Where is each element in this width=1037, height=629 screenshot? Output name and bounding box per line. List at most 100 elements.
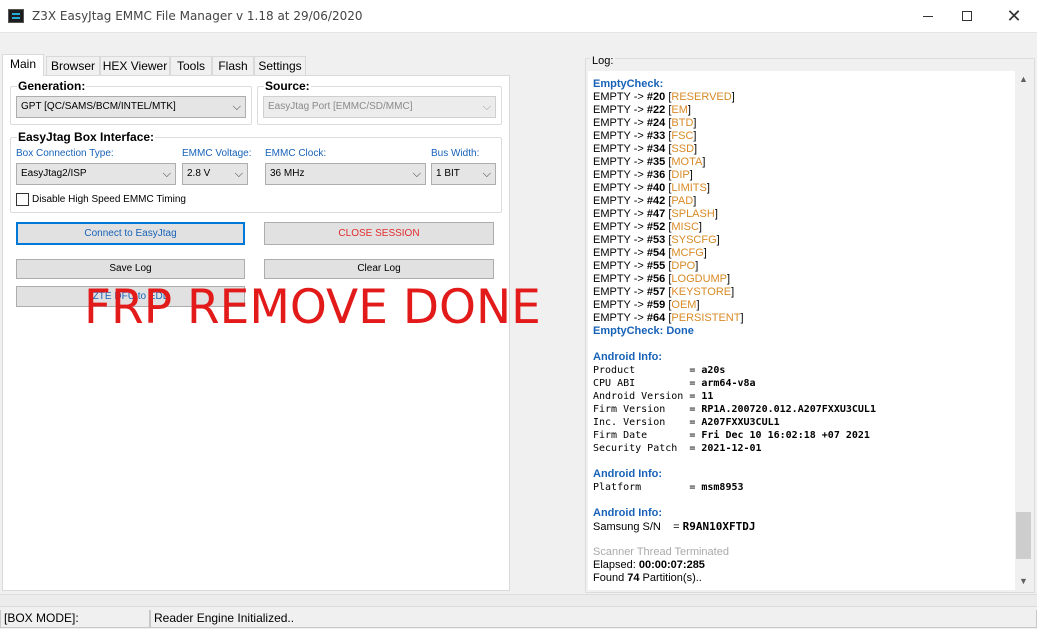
tab-main[interactable]: Main xyxy=(2,54,44,76)
info-key: CPU ABI xyxy=(593,378,690,389)
connect-button[interactable]: Connect to EasyJtag xyxy=(16,222,245,245)
emmc-clock-select[interactable]: 36 MHz ⌵ xyxy=(265,163,426,185)
source-group: Source: EasyJtag Port [EMMC/SD/MMC] ⌵ xyxy=(257,79,502,125)
elapsed-line: Elapsed: 00:00:07:285 xyxy=(593,559,876,572)
serial-key: Samsung S/N xyxy=(593,521,661,533)
partition-name: DIP xyxy=(671,169,690,181)
box-mode-status: [BOX MODE]: xyxy=(0,610,150,628)
empty-prefix: EMPTY -> xyxy=(593,234,647,246)
info-value: RP1A.200720.012.A207FXXU3CUL1 xyxy=(701,404,876,415)
found-prefix: Found xyxy=(593,572,628,584)
status-message: Reader Engine Initialized.. xyxy=(150,610,1037,628)
log-title: Log: xyxy=(590,55,616,67)
empty-check-line: EMPTY -> #22 [EM] xyxy=(593,104,691,116)
found-suffix: Partition(s).. xyxy=(639,572,702,584)
info-key: Android Version xyxy=(593,391,690,402)
log-output[interactable]: EmptyCheck: EMPTY -> #20 [RESERVED] EMPTY… xyxy=(588,71,1015,590)
close-button[interactable]: ✕ xyxy=(991,0,1037,32)
empty-check-line: EMPTY -> #56 [LOGDUMP] xyxy=(593,273,731,285)
chevron-down-icon: ⌵ xyxy=(232,101,241,113)
title-bar: Z3X EasyJtag EMMC File Manager v 1.18 at… xyxy=(0,0,1037,33)
log-scrollbar[interactable]: ▲ ▼ xyxy=(1015,71,1032,590)
empty-prefix: EMPTY -> xyxy=(593,130,647,142)
tab-browser[interactable]: Browser xyxy=(46,56,100,76)
empty-check-header: EmptyCheck: xyxy=(593,78,664,90)
partition-number: #52 xyxy=(646,221,666,233)
chevron-down-icon: ⌵ xyxy=(162,168,171,180)
box-connection-select[interactable]: EasyJtag2/ISP ⌵ xyxy=(16,163,176,185)
info-key: Inc. Version xyxy=(593,417,690,428)
partition-number: #36 xyxy=(646,169,666,181)
partition-name: MISC xyxy=(671,221,699,233)
platform-value: msm8953 xyxy=(701,482,744,493)
chevron-down-icon: ⌵ xyxy=(412,168,421,180)
emmc-voltage-select[interactable]: 2.8 V ⌵ xyxy=(182,163,248,185)
emmc-voltage-value: 2.8 V xyxy=(187,168,211,179)
chevron-down-icon: ⌵ xyxy=(482,101,491,113)
tab-hex-viewer[interactable]: HEX Viewer xyxy=(100,56,170,76)
partition-number: #55 xyxy=(646,260,666,272)
info-key: Product xyxy=(593,365,690,376)
bus-width-select[interactable]: 1 BIT ⌵ xyxy=(431,163,496,185)
partition-name: DPO xyxy=(671,260,696,272)
android-info-header: Android Info: xyxy=(593,351,663,363)
empty-prefix: EMPTY -> xyxy=(593,247,647,259)
partition-number: #47 xyxy=(646,208,666,220)
generation-select[interactable]: GPT [QC/SAMS/BCM/INTEL/MTK] ⌵ xyxy=(16,96,246,118)
serial-value: R9AN10XFTDJ xyxy=(682,520,756,533)
tab-settings[interactable]: Settings xyxy=(254,56,306,76)
source-select: EasyJtag Port [EMMC/SD/MMC] ⌵ xyxy=(263,96,496,118)
generation-group: Generation: GPT [QC/SAMS/BCM/INTEL/MTK] … xyxy=(10,79,252,125)
serial-line: Samsung S/N = R9AN10XFTDJ xyxy=(593,520,756,533)
tab-tools[interactable]: Tools xyxy=(170,56,212,76)
info-key: Security Patch xyxy=(593,443,690,454)
empty-check-line: EMPTY -> #57 [KEYSTORE] xyxy=(593,286,735,298)
emmc-voltage-label: EMMC Voltage: xyxy=(182,148,252,159)
maximize-icon xyxy=(962,11,972,21)
status-bar: [BOX MODE]: Reader Engine Initialized.. xyxy=(0,608,1037,629)
partition-name: LIMITS xyxy=(671,182,707,194)
scroll-thumb[interactable] xyxy=(1016,512,1031,559)
clear-log-button[interactable]: Clear Log xyxy=(264,259,494,279)
scanner-terminated-line: Scanner Thread Terminated xyxy=(593,546,729,558)
platform-line: Platform = msm8953 xyxy=(593,482,744,493)
generation-value: GPT [QC/SAMS/BCM/INTEL/MTK] xyxy=(21,101,176,112)
box-connection-value: EasyJtag2/ISP xyxy=(21,168,87,179)
partition-name: SSD xyxy=(671,143,695,155)
partition-name: PERSISTENT xyxy=(671,312,741,324)
partition-number: #34 xyxy=(646,143,666,155)
close-session-button[interactable]: CLOSE SESSION xyxy=(264,222,494,245)
emmc-clock-value: 36 MHz xyxy=(270,168,305,179)
scroll-up-icon[interactable]: ▲ xyxy=(1015,71,1032,88)
elapsed-value: 00:00:07:285 xyxy=(638,559,705,571)
empty-prefix: EMPTY -> xyxy=(593,260,647,272)
empty-prefix: EMPTY -> xyxy=(593,117,647,129)
save-log-button[interactable]: Save Log xyxy=(16,259,245,279)
partition-name: LOGDUMP xyxy=(671,273,728,285)
partition-number: #59 xyxy=(646,299,666,311)
partition-name: SYSCFG xyxy=(671,234,717,246)
info-value: 2021-12-01 xyxy=(701,443,762,454)
scroll-down-icon[interactable]: ▼ xyxy=(1015,573,1032,590)
high-speed-timing-label: Disable High Speed EMMC Timing xyxy=(32,194,186,205)
maximize-button[interactable] xyxy=(944,0,990,32)
partition-number: #64 xyxy=(646,312,666,324)
empty-check-list: EMPTY -> #20 [RESERVED] EMPTY -> #22 [EM]… xyxy=(593,91,876,325)
high-speed-timing-checkbox[interactable]: Disable High Speed EMMC Timing xyxy=(16,193,186,206)
android-info-line: Security Patch = 2021-12-01 xyxy=(593,443,762,454)
chevron-down-icon: ⌵ xyxy=(482,168,491,180)
partition-number: #24 xyxy=(646,117,666,129)
horizontal-scrollbar[interactable] xyxy=(0,594,1037,607)
empty-check-line: EMPTY -> #47 [SPLASH] xyxy=(593,208,718,220)
partition-name: OEM xyxy=(671,299,697,311)
close-icon: ✕ xyxy=(1006,5,1022,27)
platform-key: Platform xyxy=(593,482,690,493)
empty-check-line: EMPTY -> #20 [RESERVED] xyxy=(593,91,735,103)
tab-flash[interactable]: Flash xyxy=(212,56,254,76)
empty-check-line: EMPTY -> #42 [PAD] xyxy=(593,195,697,207)
checkbox-box[interactable] xyxy=(16,193,29,206)
chevron-down-icon: ⌵ xyxy=(234,168,243,180)
partition-name: SPLASH xyxy=(671,208,715,220)
partition-number: #56 xyxy=(646,273,666,285)
info-value: arm64-v8a xyxy=(701,378,756,389)
